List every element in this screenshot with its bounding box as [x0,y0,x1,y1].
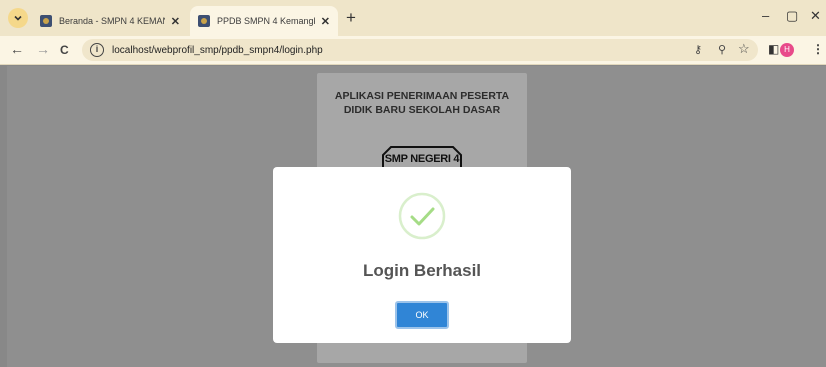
school-favicon-icon [40,15,52,27]
reload-button[interactable]: C [60,43,69,57]
tab-search-button[interactable] [8,8,28,28]
side-panel-icon[interactable]: ◧ [768,42,779,56]
tab-strip: Beranda - SMPN 4 KEMANGKO ✕ PPDB SMPN 4 … [0,0,826,36]
page-overlay: APLIKASI PENERIMAAN PESERTA DIDIK BARU S… [7,66,826,367]
tab-close-icon[interactable]: ✕ [321,15,330,28]
card-title: APLIKASI PENERIMAAN PESERTA DIDIK BARU S… [334,90,510,116]
tab-close-icon[interactable]: ✕ [171,15,180,28]
minimize-button[interactable]: – [762,8,769,23]
tab-beranda[interactable]: Beranda - SMPN 4 KEMANGKO ✕ [32,6,188,36]
address-bar[interactable]: i localhost/webprofil_smp/ppdb_smpn4/log… [82,39,758,61]
info-icon[interactable]: i [90,43,104,57]
dialog-title: Login Berhasil [362,261,482,280]
tab-title: Beranda - SMPN 4 KEMANGKO [59,16,165,26]
menu-kebab-icon[interactable]: ⋮ [812,42,824,56]
url-text[interactable]: localhost/webprofil_smp/ppdb_smpn4/login… [112,45,323,56]
password-key-icon[interactable]: ⚷ [694,43,702,56]
profile-avatar[interactable]: H [780,43,794,57]
browser-toolbar: ← → C i localhost/webprofil_smp/ppdb_smp… [0,36,826,65]
new-tab-button[interactable]: + [346,8,356,28]
tab-ppdb[interactable]: PPDB SMPN 4 Kemangkon | M ✕ [190,6,338,36]
back-button[interactable]: ← [10,41,24,57]
success-dialog: Login Berhasil OK [273,167,571,343]
school-favicon-icon [198,15,210,27]
success-check-icon [398,192,446,240]
zoom-icon[interactable]: ⚲ [718,43,726,56]
tab-title: PPDB SMPN 4 Kemangkon | M [217,16,315,26]
restore-button[interactable]: ▢ [786,8,798,24]
ok-button[interactable]: OK [395,301,449,329]
forward-button[interactable]: → [36,41,50,57]
bookmark-star-icon[interactable]: ☆ [738,41,750,57]
chevron-down-icon [14,15,22,21]
logo-text: SMP NEGERI 4 [384,153,460,165]
window-close-button[interactable]: ✕ [810,8,821,24]
